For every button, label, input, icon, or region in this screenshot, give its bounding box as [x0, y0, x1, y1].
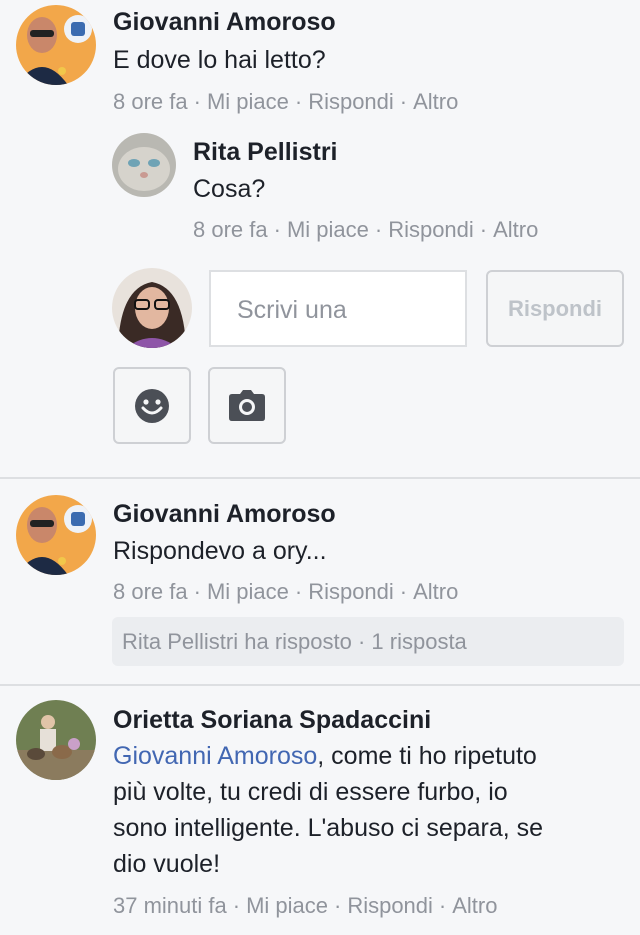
comment-text: E dove lo hai letto?: [113, 46, 326, 74]
emoji-button[interactable]: [113, 367, 191, 444]
like-link[interactable]: Mi piace: [246, 893, 328, 918]
comment-text-line: , come ti ho ripetuto: [317, 742, 537, 770]
mention-link[interactable]: Giovanni Amoroso: [113, 742, 317, 770]
comment-text: Cosa?: [193, 175, 266, 203]
separator-dot: ·: [438, 893, 447, 918]
like-link[interactable]: Mi piace: [207, 579, 289, 604]
reply-link[interactable]: Rispondi: [308, 89, 394, 114]
like-link[interactable]: Mi piace: [207, 89, 289, 114]
camera-icon: [229, 389, 265, 421]
more-link[interactable]: Altro: [452, 893, 497, 918]
separator-dot: ·: [273, 217, 281, 242]
comment-text-line: dio vuole!: [113, 850, 221, 878]
separator-dot: ·: [193, 89, 201, 114]
comment-text-line: più volte, tu credi di essere furbo, io: [113, 778, 508, 806]
reply-link[interactable]: Rispondi: [388, 217, 474, 242]
avatar-giovanni[interactable]: [16, 495, 96, 575]
camera-button[interactable]: [208, 367, 286, 444]
comment-meta: 8 ore fa · Mi piace · Rispondi · Altro: [113, 89, 458, 115]
avatar-current-user: [112, 268, 192, 348]
comment-divider: [0, 477, 640, 479]
comment-text: Rispondevo a ory...: [113, 537, 327, 565]
comment-author[interactable]: Giovanni Amoroso: [113, 500, 336, 529]
separator-dot: ·: [479, 217, 488, 242]
comment-meta: 37 minuti fa · Mi piace · Rispondi · Altro: [113, 893, 498, 919]
view-replies-link[interactable]: Rita Pellistri ha risposto · 1 risposta: [112, 617, 624, 666]
separator-dot: ·: [399, 579, 408, 604]
more-link[interactable]: Altro: [413, 579, 458, 604]
separator-dot: ·: [374, 217, 383, 242]
separator-dot: ·: [399, 89, 408, 114]
reply-submit-button[interactable]: Rispondi: [486, 270, 624, 347]
more-link[interactable]: Altro: [493, 217, 538, 242]
comment-author[interactable]: Orietta Soriana Spadaccini: [113, 706, 431, 735]
more-link[interactable]: Altro: [413, 89, 458, 114]
comment-meta: 8 ore fa · Mi piace · Rispondi · Altro: [113, 579, 458, 605]
separator-dot: ·: [294, 89, 303, 114]
like-link[interactable]: Mi piace: [287, 217, 369, 242]
comment-time[interactable]: 8 ore fa: [113, 579, 188, 604]
comment-author[interactable]: Rita Pellistri: [193, 138, 338, 167]
comment-meta: 8 ore fa · Mi piace · Rispondi · Altro: [193, 217, 538, 243]
reply-input[interactable]: Scrivi una: [209, 270, 467, 347]
separator-dot: ·: [193, 579, 201, 604]
smiley-icon: [135, 388, 169, 423]
comment-text-line: sono intelligente. L'abuso ci separa, se: [113, 814, 544, 842]
separator-dot: ·: [333, 893, 342, 918]
comment-divider: [0, 684, 640, 686]
comment-text: Giovanni Amoroso, come ti ho ripetuto pi…: [113, 738, 543, 882]
reply-link[interactable]: Rispondi: [308, 579, 394, 604]
comment-author[interactable]: Giovanni Amoroso: [113, 8, 336, 37]
comment-time[interactable]: 8 ore fa: [113, 89, 188, 114]
avatar-rita[interactable]: [112, 133, 176, 197]
separator-dot: ·: [294, 579, 303, 604]
comment-time[interactable]: 37 minuti fa: [113, 893, 227, 918]
separator-dot: ·: [232, 893, 241, 918]
reply-link[interactable]: Rispondi: [347, 893, 433, 918]
avatar-giovanni[interactable]: [16, 5, 96, 85]
avatar-orietta[interactable]: [16, 700, 96, 780]
comment-time[interactable]: 8 ore fa: [193, 217, 268, 242]
